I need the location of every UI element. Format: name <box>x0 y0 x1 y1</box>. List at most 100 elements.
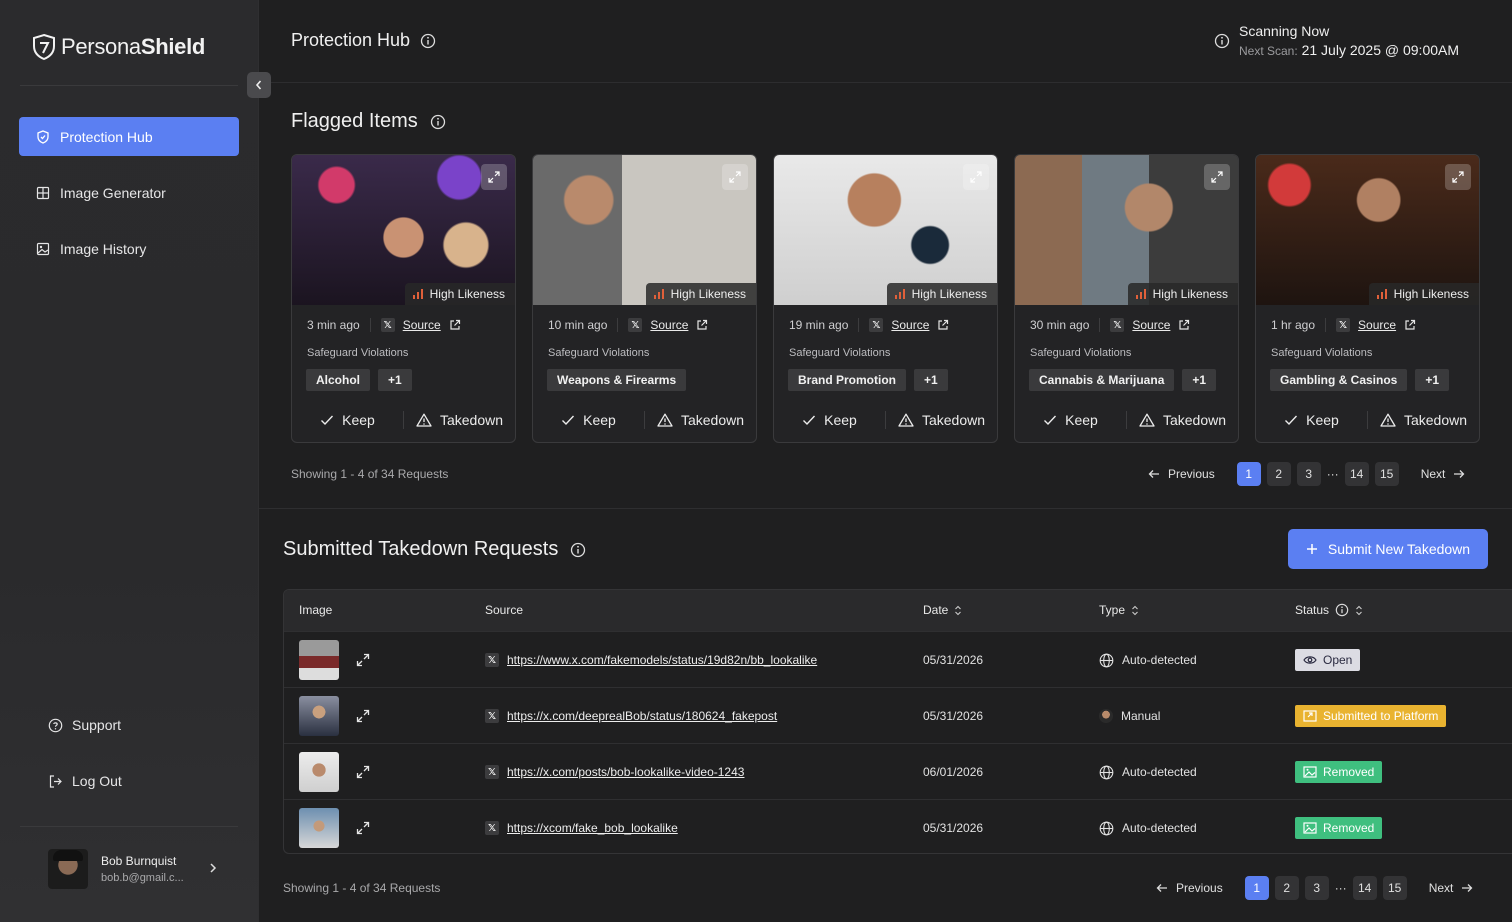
info-icon[interactable] <box>430 114 446 130</box>
flagged-card[interactable]: High Likeness 19 min ago 𝕏 Source Safegu… <box>773 154 998 443</box>
expand-button[interactable] <box>1445 164 1471 190</box>
flagged-card[interactable]: High Likeness 3 min ago 𝕏 Source Safegua… <box>291 154 516 443</box>
source-url-link[interactable]: https://x.com/posts/bob-lookalike-video-… <box>507 765 744 779</box>
keep-button[interactable]: Keep <box>774 412 885 428</box>
page-button[interactable]: 3 <box>1296 462 1321 486</box>
row-thumbnail[interactable] <box>299 752 339 792</box>
column-type[interactable]: Type <box>1099 603 1139 617</box>
expand-icon[interactable] <box>356 709 370 723</box>
page-button[interactable]: 14 <box>1344 462 1369 486</box>
previous-button[interactable]: Previous <box>1148 467 1215 481</box>
submit-new-takedown-button[interactable]: Submit New Takedown <box>1288 529 1488 569</box>
user-profile[interactable]: Bob Burnquist bob.b@gmail.c... <box>48 849 218 889</box>
info-icon[interactable] <box>570 542 586 558</box>
scan-status-text: Scanning Now <box>1239 23 1330 39</box>
card-actions: Keep Takedown <box>292 398 515 442</box>
row-thumbnail[interactable] <box>299 808 339 848</box>
expand-icon <box>1211 171 1223 183</box>
table-row[interactable]: 𝕏 https://x.com/deeprealBob/status/18062… <box>284 687 1512 743</box>
external-link-icon[interactable] <box>449 319 461 331</box>
source-url-link[interactable]: https://xcom/fake_bob_lookalike <box>507 821 678 835</box>
flagged-image[interactable]: High Likeness <box>1256 155 1479 305</box>
source-url-link[interactable]: https://www.x.com/fakemodels/status/19d8… <box>507 653 817 667</box>
divider <box>20 85 238 86</box>
takedown-button[interactable]: Takedown <box>886 412 997 428</box>
page-button[interactable]: 3 <box>1304 876 1329 900</box>
signal-bars-icon <box>1135 289 1146 299</box>
expand-button[interactable] <box>963 164 989 190</box>
flagged-image[interactable]: High Likeness <box>1015 155 1238 305</box>
collapse-sidebar-button[interactable] <box>247 72 271 98</box>
flagged-image[interactable]: High Likeness <box>774 155 997 305</box>
info-icon[interactable] <box>420 33 436 49</box>
table-row[interactable]: 𝕏 https://xcom/fake_bob_lookalike 05/31/… <box>284 799 1512 853</box>
page-button[interactable]: 1 <box>1236 462 1261 486</box>
card-actions: Keep Takedown <box>1015 398 1238 442</box>
page-button[interactable]: 1 <box>1244 876 1269 900</box>
sidebar-item-label: Image History <box>60 240 147 257</box>
extra-violations-chip[interactable]: +1 <box>1415 369 1450 391</box>
sidebar-item-image-history[interactable]: Image History <box>19 229 239 268</box>
source-link[interactable]: Source <box>650 318 688 332</box>
column-date[interactable]: Date <box>923 603 962 617</box>
sidebar-item-protection-hub[interactable]: Protection Hub <box>19 117 239 156</box>
logout-icon <box>49 774 62 788</box>
row-type: Auto-detected <box>1122 765 1197 779</box>
takedown-button[interactable]: Takedown <box>1127 412 1238 428</box>
expand-icon[interactable] <box>356 653 370 667</box>
previous-button[interactable]: Previous <box>1156 881 1223 895</box>
extra-violations-chip[interactable]: +1 <box>378 369 412 391</box>
page-button[interactable]: 15 <box>1374 462 1399 486</box>
source-link[interactable]: Source <box>1132 318 1170 332</box>
table-row[interactable]: 𝕏 https://x.com/posts/bob-lookalike-vide… <box>284 743 1512 799</box>
external-link-icon[interactable] <box>1404 319 1416 331</box>
violations-label: Safeguard Violations <box>548 347 650 359</box>
page-button[interactable]: 15 <box>1382 876 1407 900</box>
page-button[interactable]: 2 <box>1266 462 1291 486</box>
expand-button[interactable] <box>481 164 507 190</box>
expand-button[interactable] <box>722 164 748 190</box>
source-url-link[interactable]: https://x.com/deeprealBob/status/180624_… <box>507 709 777 723</box>
external-link-icon[interactable] <box>937 319 949 331</box>
takedown-button[interactable]: Takedown <box>645 412 756 428</box>
sidebar-item-image-generator[interactable]: Image Generator <box>19 173 239 212</box>
table-row[interactable]: 𝕏 https://www.x.com/fakemodels/status/19… <box>284 631 1512 687</box>
keep-button[interactable]: Keep <box>1256 412 1367 428</box>
plus-icon <box>1306 544 1317 554</box>
source-link[interactable]: Source <box>1358 318 1396 332</box>
flagged-card[interactable]: High Likeness 30 min ago 𝕏 Source Safegu… <box>1014 154 1239 443</box>
page-button[interactable]: 14 <box>1352 876 1377 900</box>
chevron-right-icon <box>210 863 217 873</box>
card-actions: Keep Takedown <box>1256 398 1479 442</box>
keep-button[interactable]: Keep <box>1015 412 1126 428</box>
next-button[interactable]: Next <box>1429 881 1474 895</box>
info-icon[interactable] <box>1214 33 1230 49</box>
source-link[interactable]: Source <box>891 318 929 332</box>
signal-bars-icon <box>653 289 664 299</box>
page-button[interactable]: 2 <box>1274 876 1299 900</box>
keep-button[interactable]: Keep <box>292 412 403 428</box>
takedown-button[interactable]: Takedown <box>1368 412 1479 428</box>
extra-violations-chip[interactable]: +1 <box>914 369 948 391</box>
external-link-icon[interactable] <box>696 319 708 331</box>
flagged-image[interactable]: High Likeness <box>533 155 756 305</box>
info-icon[interactable] <box>1335 603 1349 617</box>
expand-button[interactable] <box>1204 164 1230 190</box>
brand-logo[interactable]: PersonaShield <box>31 33 205 61</box>
expand-icon[interactable] <box>356 765 370 779</box>
extra-violations-chip[interactable]: +1 <box>1182 369 1217 391</box>
support-link[interactable]: Support <box>48 717 121 733</box>
flagged-card[interactable]: High Likeness 10 min ago 𝕏 Source Safegu… <box>532 154 757 443</box>
flagged-card[interactable]: High Likeness 1 hr ago 𝕏 Source Safeguar… <box>1255 154 1480 443</box>
takedown-button[interactable]: Takedown <box>404 412 515 428</box>
row-thumbnail[interactable] <box>299 696 339 736</box>
external-link-icon[interactable] <box>1178 319 1190 331</box>
row-thumbnail[interactable] <box>299 640 339 680</box>
flagged-image[interactable]: High Likeness <box>292 155 515 305</box>
keep-button[interactable]: Keep <box>533 412 644 428</box>
column-status[interactable]: Status <box>1295 603 1363 617</box>
logout-link[interactable]: Log Out <box>48 773 122 789</box>
next-button[interactable]: Next <box>1421 467 1466 481</box>
source-link[interactable]: Source <box>403 318 441 332</box>
expand-icon[interactable] <box>356 821 370 835</box>
